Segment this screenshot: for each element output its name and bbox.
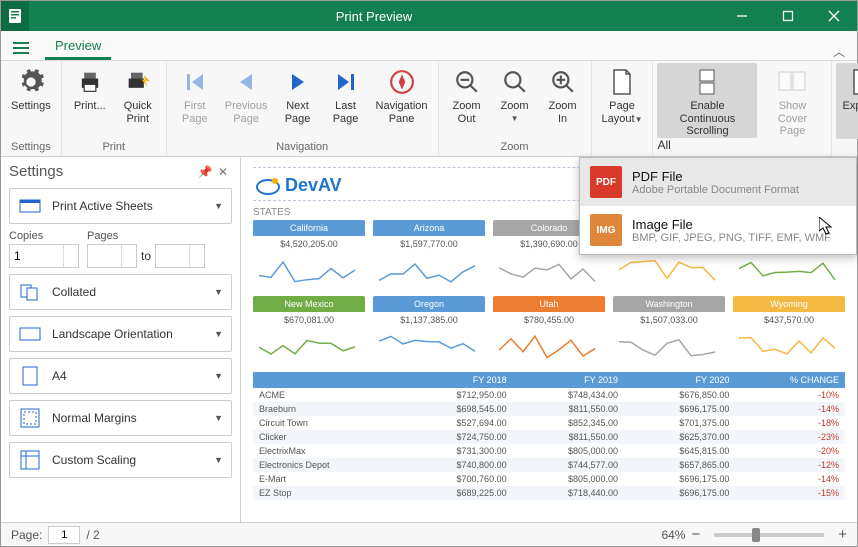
zoom-button[interactable]: Zoom▼ [491,63,539,139]
export-pdf-item[interactable]: PDF PDF FileAdobe Portable Document Form… [580,158,856,206]
export-icon [847,66,858,98]
pages-to-input[interactable] [155,244,205,268]
zoom-out-icon [451,66,483,98]
close-button[interactable] [811,1,857,31]
table-row: Braeburn$698,545.00$811,550.00$696,175.0… [253,402,845,416]
group-label-export [836,139,858,156]
state-card: Oregon$1,137,385.00 [373,296,485,364]
page-input[interactable] [48,526,80,544]
paper-icon [18,365,42,387]
state-card: California$4,520,205.00 [253,220,365,288]
page-layout-button[interactable]: Page Layout▼ [596,63,649,139]
continuous-icon [691,66,723,98]
last-page-button[interactable]: Last Page [322,63,370,139]
quick-print-button[interactable]: Quick Print [114,63,162,139]
pages-label: Pages [87,230,205,242]
prev-page-icon [230,66,262,98]
page-label: Page: [11,528,42,542]
state-card: Arizona$1,597,770.00 [373,220,485,288]
zoom-out-button[interactable]: Zoom Out [443,63,491,139]
ribbon: Settings Settings Print... Quick Print P… [1,61,857,157]
zoom-icon [499,66,531,98]
printer-icon [74,66,106,98]
pdf-icon: PDF [590,166,622,198]
paper-option[interactable]: A4▼ [9,358,232,394]
file-menu-button[interactable] [7,36,35,60]
next-page-icon [282,66,314,98]
settings-title: Settings [9,163,196,180]
table-row: ACME$712,950.00$748,434.00$676,850.00-10… [253,388,845,402]
zoom-in-button[interactable]: Zoom In [539,63,587,139]
print-button[interactable]: Print... [66,63,114,139]
img-icon: IMG [590,214,622,246]
titlebar: Print Preview [1,1,857,31]
table-row: ElectrixMax$731,300.00$805,000.00$645,81… [253,444,845,458]
app-icon [1,1,29,31]
sheets-icon [18,195,42,217]
zoom-out-small[interactable]: − [691,526,700,543]
state-card: Wyoming$437,570.00 [733,296,845,364]
collated-option[interactable]: Collated▼ [9,274,232,310]
export-dropdown: PDF PDF FileAdobe Portable Document Form… [579,157,857,255]
first-page-icon [179,66,211,98]
tab-preview[interactable]: Preview [45,34,111,60]
minimize-button[interactable] [719,1,765,31]
table-row: Circuit Town$527,694.00$852,345.00$701,3… [253,416,845,430]
copies-input[interactable] [9,244,79,268]
table-row: E-Mart$700,760.00$805,000.00$696,175.00-… [253,472,845,486]
state-card: Washington$1,507,033.00 [613,296,725,364]
pages-from-input[interactable] [87,244,137,268]
copies-label: Copies [9,230,79,242]
print-active-sheets-option[interactable]: Print Active Sheets ▼ [9,188,232,224]
compass-icon [386,66,418,98]
collated-icon [18,281,42,303]
sales-table: FY 2018FY 2019FY 2020% CHANGE ACME$712,9… [253,372,845,500]
margins-option[interactable]: Normal Margins▼ [9,400,232,436]
table-row: Clicker$724,750.00$811,550.00$625,370.00… [253,430,845,444]
pin-icon[interactable]: 📌 [196,165,214,179]
group-label-page [596,139,649,156]
collapse-ribbon-button[interactable]: ︿ [833,43,845,60]
logo: DevAV [255,174,342,196]
margins-icon [18,407,42,429]
group-label-nav: Navigation [171,139,434,156]
first-page-button: First Page [171,63,219,139]
maximize-button[interactable] [765,1,811,31]
ribbon-tabs: Preview ︿ [1,31,857,61]
cover-icon [776,66,808,98]
last-page-icon [330,66,362,98]
nav-pane-button[interactable]: Navigation Pane [370,63,434,139]
settings-button[interactable]: Settings [5,63,57,139]
state-card: Utah$780,455.00 [493,296,605,364]
gear-icon [15,66,47,98]
scaling-option[interactable]: Custom Scaling▼ [9,442,232,478]
zoom-value: 64% [661,528,685,542]
group-label-print: Print [66,139,162,156]
landscape-icon [18,323,42,345]
prev-page-button: Previous Page [219,63,274,139]
scaling-icon [18,449,42,471]
zoom-slider[interactable] [714,533,824,537]
export-button[interactable]: Export...▼ [836,63,858,139]
page-icon [606,66,638,98]
settings-panel: Settings 📌 ✕ Print Active Sheets ▼ Copie… [1,157,241,522]
state-card: New Mexico$670,081.00 [253,296,365,364]
statusbar: Page: / 2 64% − + [1,522,857,546]
chevron-down-icon: ▼ [214,201,223,211]
export-image-item[interactable]: IMG Image FileBMP, GIF, JPEG, PNG, TIFF,… [580,206,856,254]
page-total: / 2 [86,528,99,542]
zoom-in-small[interactable]: + [838,526,847,543]
next-page-button[interactable]: Next Page [274,63,322,139]
window-title: Print Preview [29,9,719,24]
group-label-settings: Settings [5,139,57,156]
group-label-zoom: Zoom [443,139,587,156]
table-row: Electronics Depot$740,800.00$744,577.00$… [253,458,845,472]
orientation-option[interactable]: Landscape Orientation▼ [9,316,232,352]
quick-print-icon [122,66,154,98]
close-panel-button[interactable]: ✕ [214,165,232,179]
show-cover-button: Show Cover Page [757,63,827,138]
zoom-in-icon [547,66,579,98]
table-row: EZ Stop$689,225.00$718,440.00$696,175.00… [253,486,845,500]
continuous-scrolling-button[interactable]: Enable Continuous Scrolling [657,63,757,138]
